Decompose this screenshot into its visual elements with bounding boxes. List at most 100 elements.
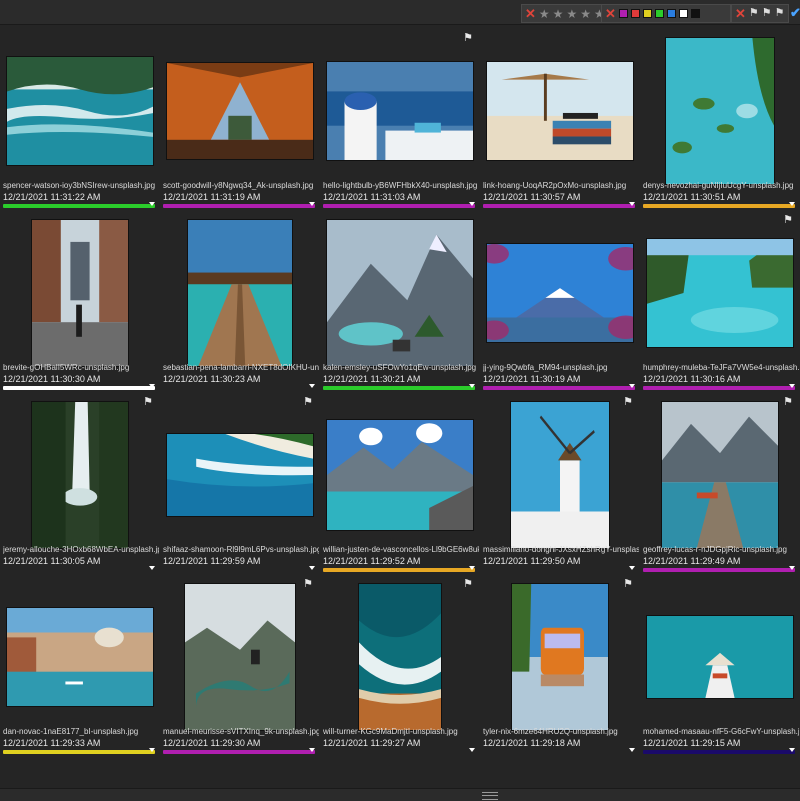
thumbnail-image[interactable] (487, 244, 633, 342)
flag-icon[interactable]: ⚑ (762, 8, 772, 19)
thumbnail-cell[interactable]: ⚑ tyler-nix-6mze64HRU2Q-unsplash.jpg 12/21… (480, 574, 640, 756)
flag-icon[interactable]: ⚑ (622, 396, 634, 408)
thumbnail-cell[interactable]: mohamed-masaau-nfF5-G6cFwY-unsplash.jpg 1… (640, 574, 800, 756)
color-swatch-green[interactable] (654, 9, 664, 18)
thumbnail-frame[interactable] (645, 400, 795, 550)
thumbnail-image[interactable] (32, 402, 128, 548)
thumbnail-image[interactable] (359, 584, 441, 730)
thumbnail-cell[interactable]: denys-nevozhai-guNIjIuUcgY-unsplash.jpg 1… (640, 28, 800, 210)
label-dropdown-icon[interactable] (629, 748, 635, 752)
thumbnail-frame[interactable] (325, 582, 475, 732)
thumbnail-cell[interactable]: ⚑ will-turner-KGc9MaDmjtI-unsplash.jpg 12/… (320, 574, 480, 756)
thumbnail-image[interactable] (666, 38, 774, 184)
thumbnail-frame[interactable] (485, 36, 635, 186)
flag-icon[interactable]: ⚑ (462, 578, 474, 590)
flag-icon[interactable]: ⚑ (782, 396, 794, 408)
thumbnail-image[interactable] (32, 220, 128, 366)
thumbnail-image[interactable] (511, 402, 609, 548)
color-swatch-white[interactable] (678, 9, 688, 18)
thumbnail-frame[interactable] (5, 400, 155, 550)
label-dropdown-icon[interactable] (469, 566, 475, 570)
label-dropdown-icon[interactable] (629, 566, 635, 570)
check-icon[interactable]: ✔ (790, 5, 800, 21)
flag-icon[interactable]: ⚑ (142, 396, 154, 408)
label-dropdown-icon[interactable] (469, 384, 475, 388)
thumbnail-frame[interactable] (485, 582, 635, 732)
flag-icon[interactable]: ⚑ (302, 396, 314, 408)
thumbnail-image[interactable] (188, 220, 292, 366)
thumbnail-image[interactable] (7, 608, 153, 706)
rating-filter[interactable]: ✕ ★ ★ ★ ★ ★ (521, 4, 605, 23)
thumbnail-cell[interactable]: ⚑ hello-lightbulb-yB6WFHbkX40-unsplash.jp… (320, 28, 480, 210)
label-dropdown-icon[interactable] (149, 566, 155, 570)
thumbnail-cell[interactable]: link-hoang-UoqAR2pOxMo-unsplash.jpg 12/21… (480, 28, 640, 210)
thumbnail-image[interactable] (647, 616, 793, 698)
thumbnail-frame[interactable] (325, 36, 475, 186)
label-dropdown-icon[interactable] (789, 202, 795, 206)
thumbnail-frame[interactable] (485, 400, 635, 550)
thumbnail-frame[interactable] (645, 582, 795, 732)
thumbnail-frame[interactable] (5, 582, 155, 732)
thumbnail-image[interactable] (167, 434, 313, 516)
label-dropdown-icon[interactable] (309, 566, 315, 570)
thumbnail-cell[interactable]: ⚑ humphrey-muleba-TeJFa7VW5e4-unsplash.jp… (640, 210, 800, 392)
star-icon[interactable]: ★ (566, 8, 577, 20)
thumbnail-cell[interactable]: scott-goodwill-y8Ngwq34_Ak-unsplash.jpg 1… (160, 28, 320, 210)
color-swatch-red[interactable] (630, 9, 640, 18)
thumbnail-image[interactable] (185, 584, 295, 730)
label-dropdown-icon[interactable] (789, 748, 795, 752)
thumbnail-cell[interactable]: ⚑ shifaaz-shamoon-Rl9l9mL6Pvs-unsplash.jp… (160, 392, 320, 574)
label-dropdown-icon[interactable] (629, 384, 635, 388)
star-icon[interactable]: ★ (580, 8, 591, 20)
label-dropdown-icon[interactable] (309, 202, 315, 206)
thumbnail-cell[interactable]: ⚑ massimiliano-donghi-JXsxHZshRgY-unsplas… (480, 392, 640, 574)
thumbnail-image[interactable] (7, 57, 153, 165)
thumbnail-cell[interactable]: ⚑ manuel-meurisse-sVITXInq_9k-unsplash.jp… (160, 574, 320, 756)
thumbnail-frame[interactable] (645, 218, 795, 368)
flag-icon[interactable]: ⚑ (622, 578, 634, 590)
thumbnail-frame[interactable] (5, 36, 155, 186)
label-dropdown-icon[interactable] (789, 384, 795, 388)
thumbnail-cell[interactable]: willian-justen-de-vasconcellos-Ll9bGE6w8… (320, 392, 480, 574)
label-dropdown-icon[interactable] (469, 748, 475, 752)
label-dropdown-icon[interactable] (629, 202, 635, 206)
flag-icon[interactable]: ⚑ (302, 578, 314, 590)
panel-resize-handle[interactable] (0, 788, 800, 801)
label-dropdown-icon[interactable] (469, 202, 475, 206)
clear-flag-icon[interactable]: ✕ (735, 7, 746, 20)
star-icon[interactable]: ★ (539, 8, 550, 20)
thumbnail-cell[interactable]: spencer-watson-ioy3bNSIrew-unsplash.jpg 1… (0, 28, 160, 210)
thumbnail-image[interactable] (647, 239, 793, 347)
thumbnail-image[interactable] (167, 63, 313, 159)
color-swatch-yellow[interactable] (642, 9, 652, 18)
flag-icon[interactable]: ⚑ (749, 8, 759, 19)
thumbnail-cell[interactable]: ⚑ jeremy-allouche-3HOxb68WbEA-unsplash.jp… (0, 392, 160, 574)
clear-rating-icon[interactable]: ✕ (525, 7, 536, 20)
label-dropdown-icon[interactable] (149, 384, 155, 388)
thumbnail-cell[interactable]: jj-ying-9Qwbfa_RM94-unsplash.jpg 12/21/20… (480, 210, 640, 392)
thumbnail-frame[interactable] (645, 36, 795, 186)
thumbnail-cell[interactable]: dan-novac-1naE8177_bI-unsplash.jpg 12/21/… (0, 574, 160, 756)
flag-icon[interactable]: ⚑ (775, 8, 785, 19)
label-dropdown-icon[interactable] (149, 748, 155, 752)
thumbnail-frame[interactable] (165, 400, 315, 550)
thumbnail-image[interactable] (327, 220, 473, 366)
thumbnail-frame[interactable] (165, 218, 315, 368)
thumbnail-frame[interactable] (165, 36, 315, 186)
color-swatch-blue[interactable] (666, 9, 676, 18)
label-dropdown-icon[interactable] (309, 384, 315, 388)
thumbnail-frame[interactable] (5, 218, 155, 368)
thumbnail-image[interactable] (662, 402, 778, 548)
thumbnail-image[interactable] (487, 62, 633, 160)
flag-icon[interactable]: ⚑ (462, 32, 474, 44)
thumbnail-image[interactable] (512, 584, 608, 730)
thumbnail-frame[interactable] (325, 400, 475, 550)
color-label-filter[interactable]: ✕ (601, 4, 731, 23)
thumbnail-cell[interactable]: ⚑ geoffrey-lucas-r-nJDGpjRic-unsplash.jpg… (640, 392, 800, 574)
thumbnail-image[interactable] (327, 62, 473, 160)
color-swatch-black[interactable] (690, 9, 700, 18)
label-dropdown-icon[interactable] (149, 202, 155, 206)
thumbnail-frame[interactable] (325, 218, 475, 368)
color-swatch-purple[interactable] (618, 9, 628, 18)
label-dropdown-icon[interactable] (789, 566, 795, 570)
